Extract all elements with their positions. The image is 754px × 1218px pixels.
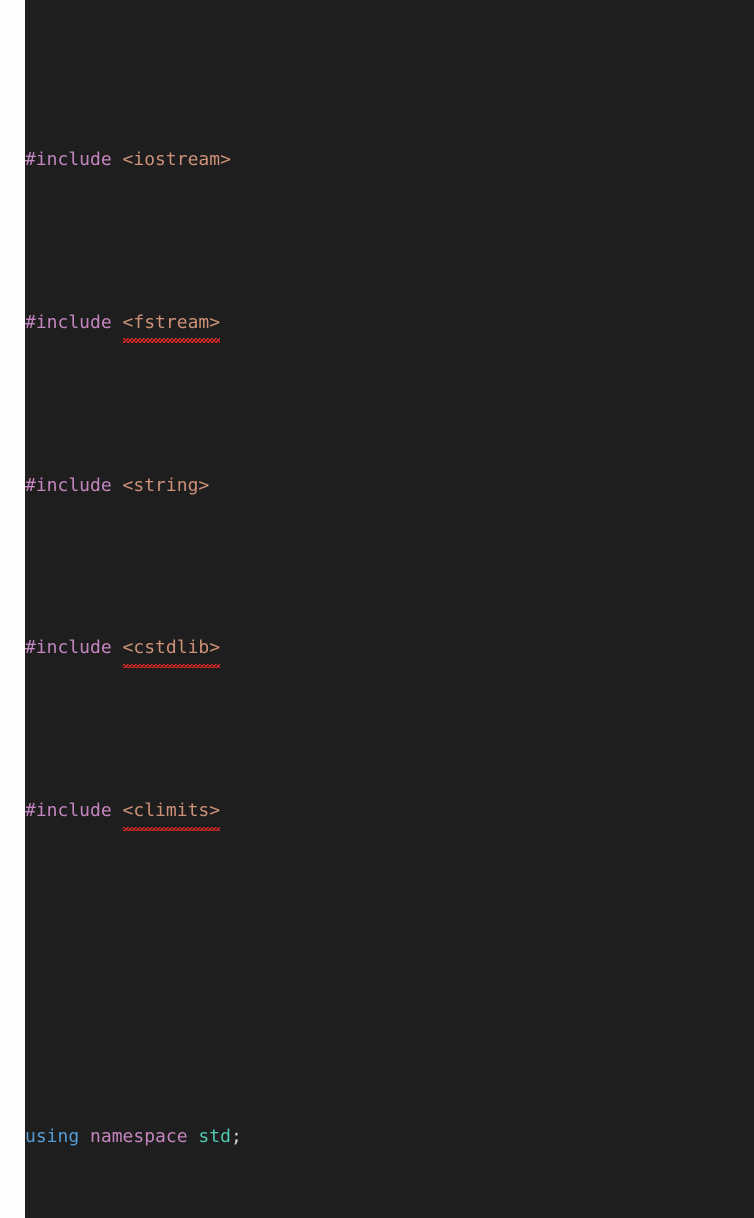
token-namespace-std: std <box>198 1125 231 1147</box>
token-keyword-using: using <box>25 1125 80 1147</box>
token-header-fstream-misspelled: <fstream> <box>122 307 220 343</box>
token-include-directive: #include <box>25 800 112 822</box>
token-header-cstdlib-misspelled: <cstdlib> <box>122 632 220 668</box>
code-line-5[interactable]: #include <climits> <box>25 795 754 831</box>
code-line-4[interactable]: #include <cstdlib> <box>25 632 754 668</box>
code-line-6-blank[interactable] <box>25 958 754 991</box>
code-line-3[interactable]: #include <string> <box>25 470 754 503</box>
token-semicolon: ; <box>230 1125 242 1147</box>
code-line-7[interactable]: using namespace std; <box>25 1121 754 1154</box>
token-header-iostream: <iostream> <box>122 149 231 171</box>
editor-gutter-strip <box>0 0 25 1218</box>
token-include-directive: #include <box>25 311 112 333</box>
token-header-climits-misspelled: <climits> <box>122 795 220 831</box>
code-editor-window: #include <iostream> #include <fstream> #… <box>0 0 754 1218</box>
code-line-2[interactable]: #include <fstream> <box>25 307 754 343</box>
code-lines-container[interactable]: #include <iostream> #include <fstream> #… <box>25 14 754 1218</box>
token-include-directive: #include <box>25 149 112 171</box>
code-line-1[interactable]: #include <iostream> <box>25 144 754 177</box>
code-surface[interactable]: #include <iostream> #include <fstream> #… <box>25 0 754 1218</box>
token-keyword-namespace: namespace <box>90 1125 188 1147</box>
token-include-directive: #include <box>25 474 112 496</box>
token-header-string: <string> <box>122 474 210 496</box>
token-include-directive: #include <box>25 637 112 659</box>
